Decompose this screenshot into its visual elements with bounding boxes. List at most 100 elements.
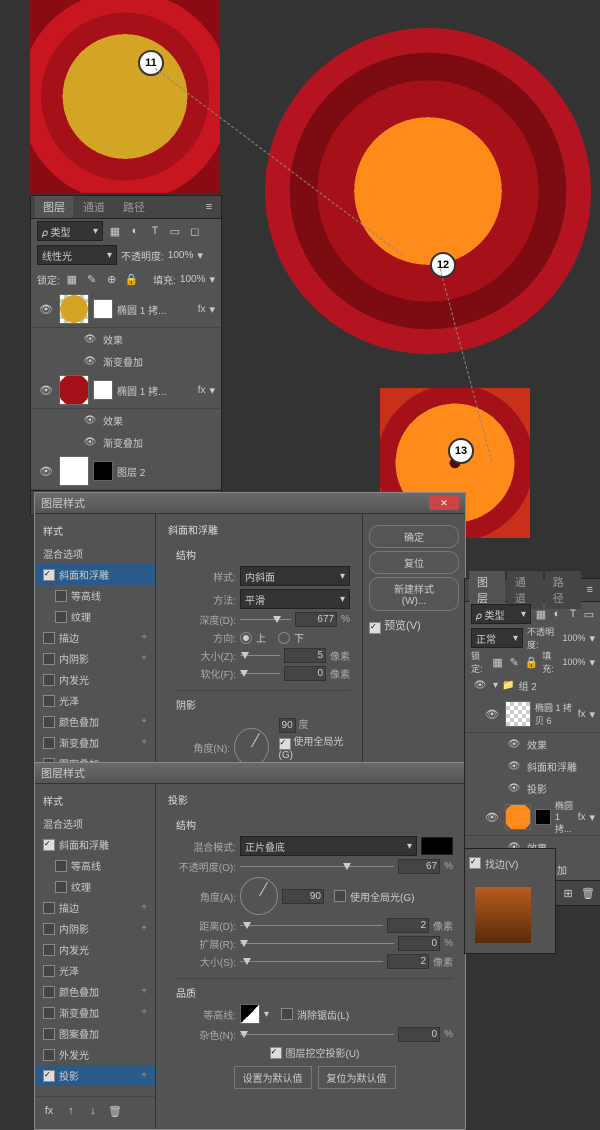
style-satin[interactable]: 光泽: [35, 960, 155, 981]
styles-header[interactable]: 样式: [35, 788, 155, 813]
style-gradient-overlay[interactable]: 渐变叠加+: [35, 732, 155, 753]
effect-gradient-overlay[interactable]: 渐变叠加: [103, 435, 143, 450]
layer-item[interactable]: 👁 椭圆 1 拷贝 6 fx▾: [465, 696, 600, 733]
style-pattern-overlay[interactable]: 图案叠加: [35, 1023, 155, 1044]
fx-up-icon[interactable]: ↑: [63, 1103, 79, 1119]
layer-item[interactable]: 👁 椭圆 1 拷... fx▾: [465, 799, 600, 836]
filter-adjust-icon[interactable]: ◐: [551, 606, 563, 622]
blending-options[interactable]: 混合选项: [35, 543, 155, 564]
angle-dial[interactable]: [234, 728, 268, 766]
filter-adjust-icon[interactable]: ◐: [127, 223, 143, 239]
layer-kind-filter[interactable]: 𝜌 类型▾: [471, 604, 531, 624]
style-texture[interactable]: 纹理: [35, 876, 155, 897]
shadow-size-slider[interactable]: [240, 956, 383, 968]
style-stroke[interactable]: 描边+: [35, 897, 155, 918]
style-inner-shadow[interactable]: 内阴影+: [35, 648, 155, 669]
style-bevel[interactable]: 斜面和浮雕: [35, 834, 155, 855]
style-drop-shadow[interactable]: 投影+: [35, 1065, 155, 1086]
opacity-value[interactable]: 100%: [168, 250, 194, 261]
style-gradient-overlay[interactable]: 渐变叠加+: [35, 1002, 155, 1023]
style-inner-glow[interactable]: 内发光: [35, 669, 155, 690]
cancel-button[interactable]: 复位: [369, 551, 459, 574]
group-name[interactable]: 组 2: [518, 678, 536, 693]
shadow-angle-input[interactable]: 90: [282, 889, 324, 904]
close-button[interactable]: ✕: [429, 496, 459, 510]
visibility-icon[interactable]: 👁: [471, 680, 489, 691]
style-inner-shadow[interactable]: 内阴影+: [35, 918, 155, 939]
effects-label[interactable]: 效果: [103, 332, 123, 347]
layer-name[interactable]: 椭圆 1 拷...: [117, 302, 194, 317]
fx-badge[interactable]: fx: [578, 812, 586, 823]
fill-value[interactable]: 100%: [180, 274, 206, 285]
depth-input[interactable]: 677: [295, 612, 337, 627]
visibility-icon[interactable]: 👁: [37, 465, 55, 478]
lock-trans-icon[interactable]: ▦: [64, 271, 80, 287]
fill-value[interactable]: 100%: [562, 657, 585, 667]
new-style-button[interactable]: 新建样式(W)...: [369, 577, 459, 611]
lock-pixels-icon[interactable]: ✎: [508, 654, 521, 670]
angle-input[interactable]: 90: [279, 718, 296, 733]
fx-delete-icon[interactable]: 🗑: [107, 1103, 123, 1119]
preview-check[interactable]: [369, 622, 381, 634]
visibility-icon[interactable]: 👁: [81, 334, 99, 345]
shadow-angle-dial[interactable]: [240, 877, 278, 915]
shadow-color[interactable]: [421, 837, 453, 855]
styles-header[interactable]: 样式: [35, 518, 155, 543]
global-light-check[interactable]: [334, 890, 346, 902]
layer-name[interactable]: 图层 2: [117, 464, 215, 479]
new-layer-icon[interactable]: ⊞: [563, 885, 573, 901]
style-contour[interactable]: 等高线: [35, 585, 155, 606]
lock-all-icon[interactable]: 🔒: [525, 654, 539, 670]
effects-label[interactable]: 效果: [527, 737, 547, 752]
visibility-icon[interactable]: 👁: [505, 761, 523, 772]
style-inner-glow[interactable]: 内发光: [35, 939, 155, 960]
dir-down-radio[interactable]: [278, 632, 290, 644]
visibility-icon[interactable]: 👁: [37, 303, 55, 316]
style-color-overlay[interactable]: 颜色叠加+: [35, 711, 155, 732]
distance-slider[interactable]: [240, 920, 383, 932]
filter-text-icon[interactable]: T: [567, 606, 579, 622]
visibility-icon[interactable]: 👁: [505, 739, 523, 750]
layer-name[interactable]: 椭圆 1 拷...: [555, 799, 574, 835]
visibility-icon[interactable]: 👁: [505, 783, 523, 794]
noise-input[interactable]: 0: [398, 1027, 440, 1042]
tab-paths[interactable]: 路径: [545, 571, 581, 609]
panel-menu-icon[interactable]: ≡: [583, 582, 597, 598]
fx-badge[interactable]: fx: [578, 709, 586, 720]
props-check[interactable]: [469, 857, 481, 869]
style-contour[interactable]: 等高线: [35, 855, 155, 876]
blend-mode-select[interactable]: 正常▾: [471, 628, 523, 648]
visibility-icon[interactable]: 👁: [483, 708, 501, 721]
tab-paths[interactable]: 路径: [115, 196, 153, 218]
filter-smart-icon[interactable]: ◻: [187, 223, 203, 239]
delete-icon[interactable]: 🗑: [581, 885, 595, 901]
effect-drop-shadow[interactable]: 投影: [527, 781, 547, 796]
blend-mode-select[interactable]: 线性光▾: [37, 245, 117, 265]
filter-pixel-icon[interactable]: ▦: [535, 606, 547, 622]
noise-slider[interactable]: [240, 1029, 394, 1041]
layer-name[interactable]: 椭圆 1 拷...: [117, 383, 194, 398]
style-color-overlay[interactable]: 颜色叠加+: [35, 981, 155, 1002]
style-outer-glow[interactable]: 外发光: [35, 1044, 155, 1065]
knockout-check[interactable]: [270, 1047, 282, 1059]
tab-layers[interactable]: 图层: [35, 196, 73, 218]
filter-shape-icon[interactable]: ▭: [167, 223, 183, 239]
bevel-style-select[interactable]: 内斜面▾: [240, 566, 350, 586]
filter-shape-icon[interactable]: ▭: [583, 606, 595, 622]
size-slider[interactable]: [240, 650, 280, 662]
global-light-check[interactable]: [279, 738, 291, 750]
effects-label[interactable]: 效果: [103, 413, 123, 428]
spread-input[interactable]: 0: [398, 936, 440, 951]
size-input[interactable]: 5: [284, 648, 326, 663]
layer-item[interactable]: 👁 椭圆 1 拷... fx▾: [31, 372, 221, 409]
bevel-technique-select[interactable]: 平滑▾: [240, 589, 350, 609]
style-texture[interactable]: 纹理: [35, 606, 155, 627]
filter-text-icon[interactable]: T: [147, 223, 163, 239]
layer-name[interactable]: 椭圆 1 拷贝 6: [535, 701, 574, 727]
layer-item[interactable]: 👁 椭圆 1 拷... fx▾: [31, 291, 221, 328]
layer-kind-filter[interactable]: 𝜌 类型▾: [37, 221, 103, 241]
soften-slider[interactable]: [240, 668, 280, 680]
style-stroke[interactable]: 描边+: [35, 627, 155, 648]
tab-channels[interactable]: 通道: [75, 196, 113, 218]
dir-up-radio[interactable]: [240, 632, 252, 644]
